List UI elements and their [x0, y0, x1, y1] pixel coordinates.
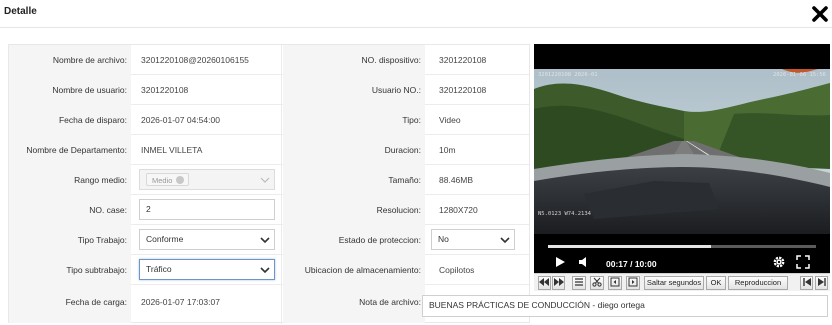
- remove-tag-icon[interactable]: [176, 176, 185, 184]
- chevron-down-icon: [260, 267, 270, 274]
- skip-seconds-button[interactable]: Saltar segundos: [644, 276, 704, 290]
- row-no-case: NO. case: 2 Resolucion: 1280X720: [9, 195, 529, 225]
- label-no-dispositivo: NO. dispositivo:: [283, 45, 425, 75]
- seek-bar-fill: [548, 245, 712, 248]
- dialog-title: Detalle: [4, 6, 37, 17]
- chevron-down-icon: [260, 237, 270, 244]
- tipo-subtrabajo-value: Tráfico: [146, 264, 172, 274]
- fast-forward-button[interactable]: [552, 276, 565, 290]
- tipo-trabajo-value: Conforme: [146, 234, 184, 244]
- label-usuario-no: Usuario NO.:: [283, 75, 425, 105]
- fast-forward-icon: [554, 278, 564, 286]
- nota-archivo-input[interactable]: BUENAS PRÁCTICAS DE CONDUCCIÓN - diego o…: [422, 295, 828, 317]
- value-fecha-carga: 2026-01-07 17:03:07: [141, 297, 220, 307]
- label-resolucion: Resolucion:: [283, 195, 425, 225]
- label-no-case: NO. case:: [9, 195, 131, 225]
- label-tipo-subtrabajo: Tipo subtrabajo:: [9, 255, 131, 285]
- video-frame: [534, 69, 830, 234]
- tipo-trabajo-select[interactable]: Conforme: [139, 229, 275, 250]
- frame-forward-button[interactable]: [626, 276, 640, 290]
- label-nombre-usuario: Nombre de usuario:: [9, 75, 131, 105]
- video-player[interactable]: 3201220108 2026-01 2026-01-06 15:56 N5.0…: [534, 44, 830, 290]
- label-fecha-disparo: Fecha de disparo:: [9, 105, 131, 135]
- row-rango-medio: Rango medio: Medio Tamaño: 88.46MB: [9, 165, 529, 195]
- row-fecha-disparo: Fecha de disparo: 2026-01-07 04:54:00 Ti…: [9, 105, 529, 135]
- estado-proteccion-select[interactable]: No: [431, 229, 515, 250]
- playback-toolbar: Saltar segundos OK Reproduccion: [534, 273, 830, 291]
- frame-forward-icon: [628, 277, 638, 287]
- label-nota-archivo: Nota de archivo:: [283, 285, 425, 323]
- value-fecha-disparo: 2026-01-07 04:54:00: [141, 115, 220, 125]
- row-nombre-usuario: Nombre de usuario: 3201220108 Usuario NO…: [9, 75, 529, 105]
- row-tipo-trabajo: Tipo Trabajo: Conforme Estado de protecc…: [9, 225, 529, 255]
- value-nombre-usuario: 3201220108: [141, 85, 189, 95]
- label-fecha-carga: Fecha de carga:: [9, 285, 131, 323]
- label-tipo: Tipo:: [283, 105, 425, 135]
- playback-button[interactable]: Reproduccion: [728, 276, 788, 290]
- skip-start-icon: [802, 278, 811, 286]
- rango-medio-select[interactable]: Medio: [139, 169, 275, 190]
- list-icon: [575, 278, 583, 286]
- medio-tag: Medio: [146, 173, 190, 186]
- fullscreen-icon[interactable]: [796, 255, 810, 269]
- chevron-down-icon: [500, 237, 510, 244]
- list-button[interactable]: [572, 276, 586, 290]
- value-usuario-no: 3201220108: [439, 85, 487, 95]
- ok-button[interactable]: OK: [706, 276, 726, 290]
- frame-back-button[interactable]: [608, 276, 622, 290]
- label-nombre-archivo: Nombre de archivo:: [9, 45, 131, 75]
- label-departamento: Nombre de Departamento:: [9, 135, 131, 165]
- chevron-down-icon: [260, 177, 270, 183]
- value-duracion: 10m: [439, 145, 456, 155]
- row-nombre-archivo: Nombre de archivo: 3201220108@2026010615…: [9, 45, 529, 75]
- osd-top-right: 2026-01-06 15:56: [773, 72, 826, 78]
- close-icon[interactable]: [810, 4, 830, 24]
- no-case-input[interactable]: 2: [139, 199, 275, 220]
- row-departamento: Nombre de Departamento: INMEL VILLETA Du…: [9, 135, 529, 165]
- estado-proteccion-value: No: [438, 234, 449, 244]
- value-departamento: INMEL VILLETA: [141, 145, 203, 155]
- tipo-subtrabajo-select[interactable]: Tráfico: [139, 259, 275, 280]
- value-resolucion: 1280X720: [439, 205, 478, 215]
- label-ubicacion: Ubicacion de almacenamiento:: [283, 255, 425, 285]
- osd-bottom-left: N5.0123 W74.2134: [538, 211, 591, 217]
- seek-bar[interactable]: [548, 245, 816, 248]
- play-icon[interactable]: [554, 256, 566, 268]
- value-nombre-archivo: 3201220108@20260106155: [141, 55, 249, 65]
- medio-tag-label: Medio: [152, 176, 173, 185]
- label-rango-medio: Rango medio:: [9, 165, 131, 195]
- label-tipo-trabajo: Tipo Trabajo:: [9, 225, 131, 255]
- skip-start-button[interactable]: [800, 276, 813, 290]
- rewind-icon: [539, 278, 549, 286]
- label-estado-proteccion: Estado de proteccion:: [283, 225, 425, 255]
- gear-icon[interactable]: [772, 255, 786, 269]
- value-no-dispositivo: 3201220108: [439, 55, 487, 65]
- volume-icon[interactable]: [578, 256, 590, 268]
- detail-form: Nombre de archivo: 3201220108@2026010615…: [8, 44, 530, 324]
- value-tamano: 88.46MB: [439, 175, 474, 185]
- scissors-icon: [592, 277, 602, 287]
- skip-end-button[interactable]: [815, 276, 828, 290]
- label-tamano: Tamaño:: [283, 165, 425, 195]
- cut-button[interactable]: [590, 276, 604, 290]
- frame-back-icon: [610, 277, 620, 287]
- time-display: 00:17 / 10:00: [606, 259, 657, 269]
- rewind-button[interactable]: [538, 276, 551, 290]
- skip-end-icon: [817, 278, 826, 286]
- row-tipo-subtrabajo: Tipo subtrabajo: Tráfico Ubicacion de al…: [9, 255, 529, 285]
- label-duracion: Duracion:: [283, 135, 425, 165]
- value-tipo: Video: [439, 115, 461, 125]
- dialog-header: Detalle: [0, 0, 832, 28]
- osd-top-left: 3201220108 2026-01: [538, 72, 598, 78]
- value-ubicacion: Copilotos: [439, 265, 475, 275]
